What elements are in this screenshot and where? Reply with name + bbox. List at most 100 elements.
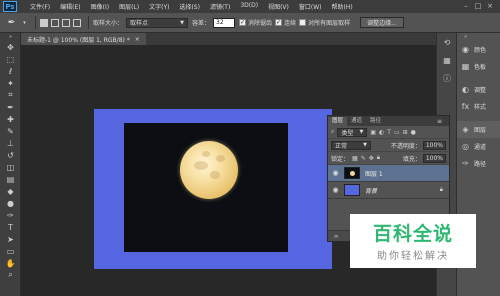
lock-pixels-icon[interactable]: ✎ bbox=[361, 155, 366, 162]
history-brush-icon[interactable]: ↺ bbox=[0, 149, 21, 161]
layer-row[interactable]: ◉ 背景 🔒︎ bbox=[328, 182, 449, 199]
color-icon: ◉ bbox=[462, 45, 469, 54]
shape-tool-icon[interactable]: ▭ bbox=[0, 245, 21, 257]
lock-transparency-icon[interactable]: ▦ bbox=[352, 155, 358, 162]
dock-adjustments[interactable]: ◐ 调整 bbox=[457, 81, 500, 98]
dock-styles[interactable]: fx 样式 bbox=[457, 98, 500, 115]
dock-color[interactable]: ◉ 颜色 bbox=[457, 41, 500, 58]
tab-layers[interactable]: 图层 bbox=[328, 117, 348, 126]
sample-all-layers-checkbox[interactable] bbox=[299, 19, 307, 26]
fill-input[interactable]: 100% bbox=[422, 153, 446, 163]
healing-brush-icon[interactable]: ✚ bbox=[0, 113, 21, 125]
menu-select[interactable]: 选择(S) bbox=[174, 2, 205, 11]
new-selection-icon[interactable] bbox=[40, 18, 48, 27]
menu-3d[interactable]: 3D(D) bbox=[235, 2, 263, 11]
menu-edit[interactable]: 编辑(E) bbox=[55, 2, 85, 11]
eye-icon[interactable]: ◉ bbox=[330, 186, 341, 194]
lock-position-icon[interactable]: ✥ bbox=[369, 155, 374, 162]
sample-size-dropdown[interactable]: 取样点 ▼ bbox=[126, 17, 189, 28]
menu-bar: Ps 文件(F) 编辑(E) 图像(I) 图层(L) 文字(Y) 选择(S) 滤… bbox=[0, 0, 500, 13]
tolerance-input[interactable]: 32 bbox=[213, 17, 236, 28]
minimize-button[interactable]: – bbox=[460, 1, 472, 11]
gradient-tool-icon[interactable]: ▤ bbox=[0, 173, 21, 185]
document-canvas[interactable] bbox=[94, 109, 332, 269]
marquee-tool-icon[interactable]: ⬚ bbox=[0, 53, 21, 65]
menu-file[interactable]: 文件(F) bbox=[25, 2, 55, 11]
shape-filter-icon[interactable]: ▭ bbox=[394, 129, 400, 136]
lasso-tool-icon[interactable]: ℓ bbox=[0, 65, 21, 77]
path-selection-icon[interactable]: ➤ bbox=[0, 233, 21, 245]
smart-object-filter-icon[interactable]: ⊞ bbox=[403, 129, 408, 136]
tab-channels[interactable]: 通道 bbox=[347, 117, 366, 126]
pixel-filter-icon[interactable]: ▣ bbox=[370, 129, 376, 136]
move-tool-icon[interactable]: ✥ bbox=[0, 41, 21, 53]
menu-image[interactable]: 图像(I) bbox=[86, 2, 114, 11]
link-layers-icon[interactable]: ∞ bbox=[334, 233, 339, 240]
crop-tool-icon[interactable]: ⌗ bbox=[0, 89, 21, 101]
clone-stamp-icon[interactable]: ⊥ bbox=[0, 137, 21, 149]
eyedropper-icon[interactable]: ✒ bbox=[0, 101, 21, 113]
collapse-arrows-icon[interactable]: » bbox=[0, 33, 21, 41]
tab-paths[interactable]: 路径 bbox=[366, 117, 385, 126]
menu-view[interactable]: 视图(V) bbox=[263, 2, 294, 11]
menu-layer[interactable]: 图层(L) bbox=[114, 2, 144, 11]
document-tab[interactable]: 未标题-1 @ 100% (图层 1, RGB/8) * × bbox=[21, 33, 146, 45]
lock-icon: 🔒︎ bbox=[439, 186, 443, 193]
blur-tool-icon[interactable]: ◆ bbox=[0, 185, 21, 197]
type-filter-icon[interactable]: T bbox=[387, 129, 391, 136]
hand-tool-icon[interactable]: ✋ bbox=[0, 257, 21, 269]
zoom-tool-icon[interactable]: ⌕ bbox=[0, 269, 21, 281]
magic-wand-tool-icon[interactable]: ✦ bbox=[0, 77, 21, 89]
eraser-tool-icon[interactable]: ◫ bbox=[0, 161, 21, 173]
paths-icon: ✑ bbox=[462, 159, 469, 168]
dock-swatches[interactable]: ▦ 色板 bbox=[457, 58, 500, 75]
intersect-selection-icon[interactable] bbox=[73, 18, 81, 27]
menu-filter[interactable]: 滤镜(T) bbox=[205, 2, 235, 11]
properties-panel-icon[interactable]: ▦ bbox=[437, 51, 457, 69]
layers-panel-tabs: 图层 通道 路径 ≡ bbox=[328, 116, 449, 126]
lock-all-icon[interactable]: 🔒︎ bbox=[377, 154, 380, 162]
layer-filter-dropdown[interactable]: 类型 ▼ bbox=[337, 127, 368, 137]
close-tab-icon[interactable]: × bbox=[135, 36, 140, 43]
moon-crater bbox=[216, 155, 225, 162]
info-panel-icon[interactable]: ⓘ bbox=[437, 69, 457, 87]
layer-filter-row: ⌕ 类型 ▼ ▣ ◐ T ▭ ⊞ ● bbox=[328, 126, 449, 139]
eyedropper-tool-icon[interactable]: ✒ bbox=[5, 16, 18, 29]
collapse-arrows-icon[interactable]: « bbox=[460, 32, 471, 43]
panel-menu-icon[interactable]: ≡ bbox=[433, 117, 446, 126]
tool-preset-dropdown[interactable]: ▾ bbox=[18, 16, 31, 29]
moon-image bbox=[180, 141, 238, 199]
type-tool-icon[interactable]: T bbox=[0, 221, 21, 233]
add-selection-icon[interactable] bbox=[51, 18, 59, 27]
tools-panel: » ✥ ⬚ ℓ ✦ ⌗ ✒ ✚ ✎ ⊥ ↺ ◫ ▤ ◆ ● ✑ T ➤ ▭ ✋ … bbox=[0, 33, 21, 296]
dodge-tool-icon[interactable]: ● bbox=[0, 197, 21, 209]
blend-mode-dropdown[interactable]: 正常 ▼ bbox=[331, 140, 371, 150]
eye-icon[interactable]: ◉ bbox=[330, 169, 341, 177]
brush-tool-icon[interactable]: ✎ bbox=[0, 125, 21, 137]
close-button[interactable]: × bbox=[484, 1, 496, 11]
layer-row[interactable]: ◉ 图层 1 bbox=[328, 165, 449, 182]
sample-size-label: 取样大小： bbox=[93, 20, 124, 27]
dock-styles-label: 样式 bbox=[474, 104, 487, 111]
history-panel-icon[interactable]: ⟲ bbox=[437, 33, 457, 51]
dock-header: « bbox=[457, 33, 500, 41]
opacity-input[interactable]: 100% bbox=[422, 140, 446, 150]
dock-layers[interactable]: ◈ 图层 bbox=[457, 121, 500, 138]
anti-alias-checkbox[interactable]: ✓ bbox=[239, 19, 247, 26]
tolerance-label: 容差： bbox=[192, 20, 211, 27]
contiguous-checkbox[interactable]: ✓ bbox=[275, 19, 283, 26]
refine-edge-button[interactable]: 调整边缘... bbox=[360, 17, 404, 28]
dock-paths[interactable]: ✑ 路径 bbox=[457, 155, 500, 172]
app-logo: Ps bbox=[3, 1, 17, 12]
pen-tool-icon[interactable]: ✑ bbox=[0, 209, 21, 221]
adjustment-filter-icon[interactable]: ◐ bbox=[379, 129, 384, 136]
menu-help[interactable]: 帮助(H) bbox=[327, 2, 358, 11]
maximize-button[interactable]: □ bbox=[472, 1, 484, 11]
filter-toggle-icon[interactable]: ● bbox=[411, 129, 416, 136]
blend-row: 正常 ▼ 不透明度： 100% bbox=[328, 139, 449, 152]
subtract-selection-icon[interactable] bbox=[62, 18, 70, 27]
dock-channels[interactable]: ◎ 通道 bbox=[457, 138, 500, 155]
menu-type[interactable]: 文字(Y) bbox=[144, 2, 174, 11]
menu-window[interactable]: 窗口(W) bbox=[294, 2, 327, 11]
anti-alias-label: 消除锯齿 bbox=[248, 20, 273, 27]
